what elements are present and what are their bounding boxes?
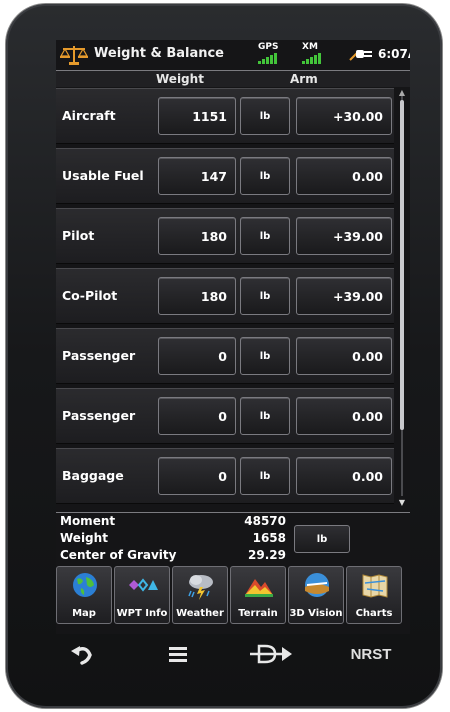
screen: Weight & Balance GPS XM 6:07A Weight Arm… bbox=[56, 40, 410, 634]
xm-label: XM bbox=[302, 42, 318, 52]
tab-label: Terrain bbox=[238, 608, 278, 619]
unit-button[interactable]: lb bbox=[240, 277, 290, 315]
moment-label: Moment bbox=[60, 514, 116, 528]
unit-button[interactable]: lb bbox=[240, 457, 290, 495]
menu-icon bbox=[169, 647, 187, 662]
xm-signal-bars-icon bbox=[302, 53, 321, 64]
back-arrow-icon bbox=[71, 646, 92, 665]
weight-field[interactable]: 0 bbox=[158, 397, 236, 435]
arm-field[interactable]: 0.00 bbox=[296, 457, 392, 495]
station-row-pilot: Pilot 180 lb +39.00 bbox=[56, 208, 394, 264]
station-label: Pilot bbox=[62, 228, 95, 243]
station-row-aircraft: Aircraft 1151 lb +30.00 bbox=[56, 88, 394, 144]
terrain-icon bbox=[245, 579, 273, 597]
clock: 6:07A bbox=[378, 47, 410, 61]
gps-label: GPS bbox=[258, 42, 279, 52]
summary-panel: Moment 48570 Weight 1658 Center of Gravi… bbox=[56, 512, 410, 565]
moment-value: 48570 bbox=[244, 514, 286, 528]
tab-label: Weather bbox=[176, 608, 224, 619]
gps-signal: GPS bbox=[258, 42, 292, 64]
scale-icon[interactable] bbox=[60, 44, 88, 66]
tab-charts[interactable]: Charts bbox=[346, 566, 402, 624]
globe-icon bbox=[73, 573, 97, 597]
page-title: Weight & Balance bbox=[94, 46, 224, 61]
total-unit-button[interactable]: lb bbox=[294, 525, 350, 553]
station-label: Usable Fuel bbox=[62, 168, 144, 183]
unit-button[interactable]: lb bbox=[240, 157, 290, 195]
station-label: Baggage bbox=[62, 468, 124, 483]
direct-to-button[interactable] bbox=[246, 640, 296, 668]
menu-button[interactable] bbox=[158, 640, 198, 668]
weight-field[interactable]: 180 bbox=[158, 217, 236, 255]
arm-field[interactable]: 0.00 bbox=[296, 157, 392, 195]
tab-wpt-info[interactable]: WPT Info bbox=[114, 566, 170, 624]
station-list: Aircraft 1151 lb +30.00 Usable Fuel 147 … bbox=[56, 88, 396, 508]
unit-button[interactable]: lb bbox=[240, 217, 290, 255]
scroll-down-icon[interactable]: ▼ bbox=[397, 498, 407, 507]
arm-field[interactable]: +39.00 bbox=[296, 217, 392, 255]
nrst-button[interactable]: NRST bbox=[346, 640, 396, 668]
storm-cloud-icon bbox=[188, 575, 213, 600]
chart-map-icon bbox=[362, 574, 388, 598]
tab-label: 3D Vision bbox=[289, 608, 343, 619]
station-label: Co-Pilot bbox=[62, 288, 118, 303]
waypoint-icon bbox=[129, 578, 158, 592]
tab-label: Charts bbox=[355, 608, 393, 619]
weight-field[interactable]: 0 bbox=[158, 337, 236, 375]
gps-signal-bars-icon bbox=[258, 53, 277, 64]
unit-button[interactable]: lb bbox=[240, 337, 290, 375]
cg-value: 29.29 bbox=[248, 548, 286, 562]
weight-field[interactable]: 147 bbox=[158, 157, 236, 195]
xm-signal: XM bbox=[302, 42, 338, 64]
arm-column-header: Arm bbox=[290, 72, 318, 86]
status-bar: Weight & Balance GPS XM 6:07A bbox=[56, 40, 410, 70]
tab-3d-vision[interactable]: 3D Vision bbox=[288, 566, 344, 624]
weight-field[interactable]: 0 bbox=[158, 457, 236, 495]
arm-field[interactable]: 0.00 bbox=[296, 397, 392, 435]
scrollbar[interactable]: ▲ ▼ bbox=[397, 88, 407, 510]
station-row-passenger-1: Passenger 0 lb 0.00 bbox=[56, 328, 394, 384]
unit-button[interactable]: lb bbox=[240, 397, 290, 435]
station-row-co-pilot: Co-Pilot 180 lb +39.00 bbox=[56, 268, 394, 324]
cg-label: Center of Gravity bbox=[60, 548, 177, 562]
arm-field[interactable]: 0.00 bbox=[296, 337, 392, 375]
unit-button[interactable]: lb bbox=[240, 97, 290, 135]
tab-label: Map bbox=[72, 608, 96, 619]
station-row-usable-fuel: Usable Fuel 147 lb 0.00 bbox=[56, 148, 394, 204]
tab-label: WPT Info bbox=[116, 608, 168, 619]
weight-column-header: Weight bbox=[156, 72, 204, 86]
app-tab-bar: Map WPT Info Weather Terrain 3D Vision C… bbox=[56, 566, 410, 624]
power-plug-icon bbox=[349, 50, 372, 61]
3d-vision-icon bbox=[305, 573, 329, 597]
tab-weather[interactable]: Weather bbox=[172, 566, 228, 624]
weight-field[interactable]: 180 bbox=[158, 277, 236, 315]
weight-total-label: Weight bbox=[60, 531, 108, 545]
station-row-baggage: Baggage 0 lb 0.00 bbox=[56, 448, 394, 504]
direct-to-icon bbox=[250, 644, 292, 664]
arm-field[interactable]: +30.00 bbox=[296, 97, 392, 135]
station-row-passenger-2: Passenger 0 lb 0.00 bbox=[56, 388, 394, 444]
tab-map[interactable]: Map bbox=[56, 566, 112, 624]
bottom-button-bar: NRST bbox=[40, 634, 410, 674]
station-label: Passenger bbox=[62, 348, 136, 363]
tab-terrain[interactable]: Terrain bbox=[230, 566, 286, 624]
arm-field[interactable]: +39.00 bbox=[296, 277, 392, 315]
weight-total-value: 1658 bbox=[252, 531, 286, 545]
scroll-thumb[interactable] bbox=[400, 100, 404, 430]
column-headers: Weight Arm bbox=[56, 70, 410, 87]
station-label: Aircraft bbox=[62, 108, 116, 123]
back-button[interactable] bbox=[62, 640, 102, 668]
station-label: Passenger bbox=[62, 408, 136, 423]
weight-field[interactable]: 1151 bbox=[158, 97, 236, 135]
